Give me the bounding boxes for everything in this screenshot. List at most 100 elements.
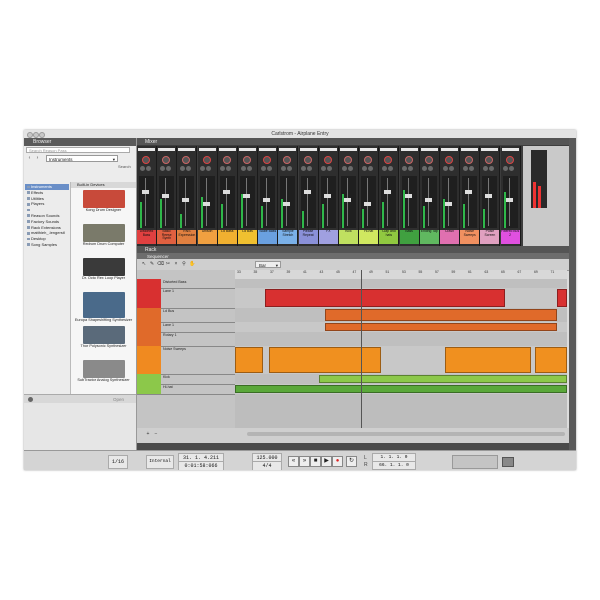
eq-knobs[interactable]	[280, 166, 292, 173]
mute-solo-buttons[interactable]	[319, 148, 337, 151]
channel-label[interactable]: Ld Bass	[217, 230, 237, 244]
gain-knob[interactable]	[505, 156, 514, 164]
forward-arrow-icon[interactable]: ›	[34, 155, 41, 162]
mute-solo-buttons[interactable]	[501, 148, 519, 151]
sequencer-clip[interactable]	[235, 347, 263, 373]
track-lane[interactable]	[235, 288, 567, 308]
channel-fader[interactable]	[159, 176, 175, 228]
mute-solo-buttons[interactable]	[279, 148, 297, 151]
channel-fader[interactable]	[482, 176, 498, 228]
search-button[interactable]: Search	[118, 164, 131, 169]
fast-forward-button[interactable]: »	[299, 456, 310, 467]
playhead[interactable]	[361, 270, 362, 428]
snap-dropdown[interactable]: Bar ▾	[255, 261, 281, 268]
right-locator-display[interactable]: 66. 1. 1. 0	[372, 461, 416, 470]
device-item[interactable]: Europa Shapeshifting Synthesizer	[71, 292, 136, 322]
track-lane[interactable]	[235, 374, 567, 384]
device-item[interactable]: SubTractor Analog Synthesizer	[71, 360, 136, 382]
channel-label[interactable]: Hi-hat	[359, 230, 379, 244]
channel-fader[interactable]	[260, 176, 276, 228]
sequencer-clip[interactable]	[265, 289, 505, 307]
mute-solo-buttons[interactable]	[259, 148, 277, 151]
record-button[interactable]: ●	[332, 456, 343, 467]
channel-fader[interactable]	[421, 176, 437, 228]
track-header[interactable]: Ld Bus	[137, 308, 235, 323]
sequencer-clip[interactable]	[325, 323, 557, 331]
channel-label[interactable]: Ld Bas	[238, 230, 257, 244]
channel-label[interactable]: Crash	[440, 230, 459, 244]
mute-solo-buttons[interactable]	[400, 148, 418, 151]
sequencer-clip[interactable]	[235, 385, 567, 393]
mute-solo-buttons[interactable]	[340, 148, 357, 151]
channel-label[interactable]: Filtered Bus 2	[500, 230, 520, 244]
eq-knobs[interactable]	[381, 166, 393, 173]
sequencer-clip[interactable]	[557, 289, 567, 307]
gain-knob[interactable]	[404, 156, 413, 164]
device-item[interactable]: Redrum Drum Computer	[71, 224, 136, 246]
channel-label[interactable]: Distorted Bass	[137, 230, 156, 244]
sequencer-clip[interactable]	[325, 309, 557, 321]
channel-label[interactable]: Basic Reese Synth	[157, 230, 177, 244]
side-scroll-bar[interactable]	[569, 138, 576, 450]
back-arrow-icon[interactable]: ‹	[26, 155, 33, 162]
gain-knob[interactable]	[142, 156, 150, 164]
pencil-tool-icon[interactable]: ✎	[149, 261, 155, 267]
channel-label[interactable]: Scale Bass	[258, 230, 278, 244]
channel-fader[interactable]	[442, 176, 457, 228]
sync-mode-display[interactable]: Internal	[146, 455, 174, 469]
gain-knob[interactable]	[323, 156, 332, 164]
browser-search-input[interactable]: Search Reason Pass	[26, 147, 130, 153]
track-lane[interactable]	[235, 308, 567, 322]
mute-solo-buttons[interactable]	[218, 148, 236, 151]
sequencer-clip[interactable]	[445, 347, 531, 373]
channel-label[interactable]: Kick	[339, 230, 358, 244]
settings-icon[interactable]	[28, 397, 33, 402]
track-lane[interactable]	[235, 322, 567, 332]
channel-label[interactable]: FX	[318, 230, 338, 244]
channel-fader[interactable]	[320, 176, 336, 228]
track-header[interactable]: Lane 1	[137, 288, 235, 309]
gain-knob[interactable]	[465, 156, 474, 164]
channel-fader[interactable]	[462, 176, 478, 228]
mute-solo-buttons[interactable]	[441, 148, 458, 151]
channel-fader[interactable]	[139, 176, 154, 228]
gain-knob[interactable]	[485, 156, 494, 164]
channel-label[interactable]: Unison	[197, 230, 217, 244]
mute-solo-buttons[interactable]	[360, 148, 378, 151]
magnify-tool-icon[interactable]: ⚲	[181, 261, 187, 267]
mute-solo-buttons[interactable]	[178, 148, 196, 151]
mute-solo-buttons[interactable]	[239, 148, 256, 151]
quantize-display[interactable]: 1/16	[108, 455, 128, 469]
channel-fader[interactable]	[240, 176, 255, 228]
position-time-display[interactable]: 0:01:58:066	[178, 461, 224, 470]
eq-knobs[interactable]	[139, 166, 151, 173]
gain-knob[interactable]	[344, 156, 352, 164]
gain-knob[interactable]	[182, 156, 191, 164]
gain-knob[interactable]	[424, 156, 433, 164]
track-lane[interactable]	[235, 279, 567, 288]
gain-knob[interactable]	[303, 156, 312, 164]
channel-fader[interactable]	[401, 176, 417, 228]
mute-solo-buttons[interactable]	[158, 148, 176, 151]
eq-knobs[interactable]	[402, 166, 414, 173]
gain-knob[interactable]	[222, 156, 231, 164]
track-lane[interactable]	[235, 346, 567, 374]
eq-knobs[interactable]	[462, 166, 474, 173]
channel-label[interactable]: Ending Tap	[419, 230, 439, 244]
zoom-out-icon[interactable]: −	[153, 431, 159, 437]
mute-solo-buttons[interactable]	[138, 148, 155, 151]
track-lane[interactable]	[235, 384, 567, 394]
signature-display[interactable]: 4/4	[252, 461, 282, 470]
eq-knobs[interactable]	[240, 166, 252, 173]
channel-label[interactable]: Clap and hats	[379, 230, 399, 244]
eq-knobs[interactable]	[442, 166, 454, 173]
gain-knob[interactable]	[445, 156, 453, 164]
select-tool-icon[interactable]: ↖	[141, 261, 147, 267]
gain-knob[interactable]	[202, 156, 211, 164]
mute-solo-buttons[interactable]	[380, 148, 398, 151]
channel-label[interactable]: Please Repeat	[298, 230, 318, 244]
track-lane[interactable]	[235, 332, 567, 346]
eq-knobs[interactable]	[361, 166, 373, 173]
channel-label[interactable]: Noise Sweeps	[460, 230, 480, 244]
horizontal-scrollbar[interactable]	[247, 432, 565, 436]
